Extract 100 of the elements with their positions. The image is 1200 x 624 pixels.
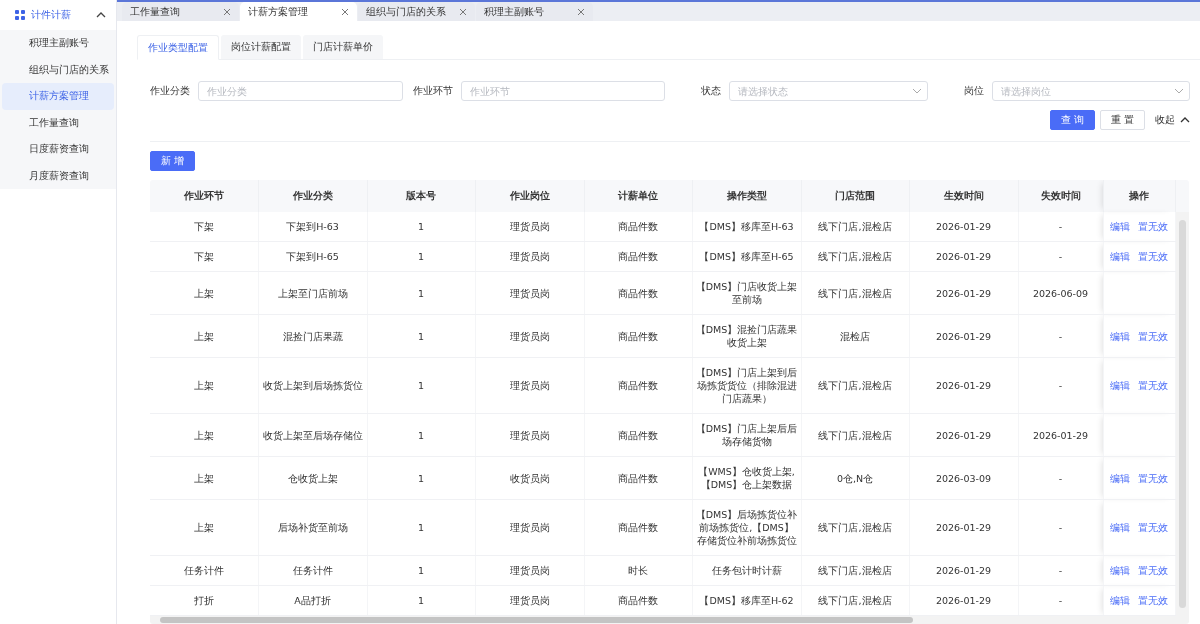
table-cell: 2026-01-29: [909, 585, 1018, 616]
sidebar-item[interactable]: 组织与门店的关系: [2, 56, 114, 83]
table-cell: 理货员岗: [475, 271, 584, 315]
column-header: 操作类型: [692, 180, 801, 212]
table-cell: -: [1018, 585, 1103, 616]
menu-group[interactable]: 计件计薪: [0, 0, 116, 30]
table-cell: 1: [367, 555, 475, 586]
invalidate-link[interactable]: 置无效: [1138, 564, 1168, 577]
table-cell: 商品件数: [584, 314, 692, 358]
table-cell: 1: [367, 241, 475, 272]
table-cell: 理货员岗: [475, 555, 584, 586]
sidebar-item[interactable]: 积理主副账号: [2, 30, 114, 57]
table-cell: 【DMS】后场拣货位补前场拣货位,【DMS】存储货位补前场拣货位: [692, 499, 801, 556]
table-cell: 仓收货上架: [258, 456, 367, 500]
table-cell: 上架: [150, 314, 258, 358]
edit-link[interactable]: 编辑: [1110, 329, 1130, 343]
table-cell: 收货上架至后场存储位: [258, 413, 367, 457]
column-header: 生效时间: [909, 180, 1018, 212]
invalidate-link[interactable]: 置无效: [1138, 250, 1168, 263]
invalidate-link[interactable]: 置无效: [1138, 329, 1168, 343]
table-cell: -: [1018, 314, 1103, 358]
field-label: 状态: [700, 84, 721, 98]
table-cell: 上架: [150, 271, 258, 315]
tab[interactable]: 作业类型配置: [137, 35, 219, 60]
table-cell: 线下门店,混检店: [801, 585, 909, 616]
edit-link[interactable]: 编辑: [1110, 564, 1130, 577]
table-cell: 理货员岗: [475, 585, 584, 616]
add-button[interactable]: 新 增: [150, 151, 196, 171]
invalidate-link[interactable]: 置无效: [1138, 220, 1168, 233]
table-cell: 2026-01-29: [909, 357, 1018, 414]
close-icon: [577, 7, 585, 16]
column-header: 作业分类: [258, 180, 367, 212]
table-cell: 2026-01-29: [909, 212, 1018, 242]
table-cell: 打折: [150, 585, 258, 616]
table-cell: -: [1018, 212, 1103, 242]
edit-link[interactable]: 编辑: [1110, 594, 1130, 607]
column-header: 计薪单位: [584, 180, 692, 212]
chevron-down-icon: [911, 87, 922, 95]
input-field[interactable]: 作业分类: [198, 81, 403, 101]
table-cell: 线下门店,混检店: [801, 357, 909, 414]
page-tab[interactable]: 积理主副账号: [476, 2, 593, 21]
table-cell: 任务计件: [150, 555, 258, 586]
table-cell: -: [1018, 357, 1103, 414]
edit-link[interactable]: 编辑: [1110, 521, 1130, 534]
sidebar-item[interactable]: 月度薪资查询: [2, 162, 114, 189]
sidebar-item[interactable]: 工作量查询: [2, 109, 114, 136]
select-field[interactable]: 请选择状态: [729, 81, 928, 101]
edit-link[interactable]: 编辑: [1110, 250, 1130, 263]
invalidate-link[interactable]: 置无效: [1138, 471, 1168, 485]
table-cell: 线下门店,混检店: [801, 413, 909, 457]
page-tab[interactable]: 组织与门店的关系: [358, 2, 475, 21]
table-cell: 任务包计时计薪: [692, 555, 801, 586]
grid-icon: [15, 10, 25, 20]
page-tab[interactable]: 计薪方案管理: [240, 2, 357, 21]
caret-up-icon: [1180, 116, 1190, 124]
invalidate-link[interactable]: 置无效: [1138, 594, 1168, 607]
edit-link[interactable]: 编辑: [1110, 220, 1130, 233]
table-cell: 下架: [150, 241, 258, 272]
table-cell: 收货员岗: [475, 456, 584, 500]
column-header: 作业环节: [150, 180, 258, 212]
reset-button[interactable]: 重 置: [1099, 110, 1145, 130]
sidebar-item[interactable]: 日度薪资查询: [2, 136, 114, 163]
table-cell: 商品件数: [584, 241, 692, 272]
table-cell: 混捡门店果蔬: [258, 314, 367, 358]
table-cell: 1: [367, 314, 475, 358]
table-cell: 理货员岗: [475, 212, 584, 242]
input-field[interactable]: 作业环节: [460, 81, 665, 101]
table-cell: 商品件数: [584, 357, 692, 414]
chevron-down-icon: [1174, 87, 1184, 95]
table-cell: 2026-01-29: [1018, 413, 1103, 457]
horizontal-scrollbar[interactable]: [150, 616, 1189, 624]
edit-link[interactable]: 编辑: [1110, 471, 1130, 485]
table-cell: 1: [367, 456, 475, 500]
invalidate-link[interactable]: 置无效: [1138, 379, 1168, 392]
table-cell: 理货员岗: [475, 314, 584, 358]
invalidate-link[interactable]: 置无效: [1138, 521, 1168, 534]
table-cell: 2026-06-09: [1018, 271, 1103, 315]
edit-link[interactable]: 编辑: [1110, 379, 1130, 392]
table-cell: -: [1018, 499, 1103, 556]
table-cell: 商品件数: [584, 499, 692, 556]
table-cell: 线下门店,混检店: [801, 212, 909, 242]
column-header: 失效时间: [1018, 180, 1103, 212]
table-cell: 0仓,N仓: [801, 456, 909, 500]
table-cell: -: [1018, 241, 1103, 272]
table-cell: 【DMS】移库至H-62: [692, 585, 801, 616]
tab[interactable]: 岗位计薪配置: [221, 35, 301, 59]
table-cell: 【WMS】仓收货上架,【DMS】仓上架数据: [692, 456, 801, 500]
table-cell: 线下门店,混检店: [801, 499, 909, 556]
table-cell: 上架至门店前场: [258, 271, 367, 315]
table-cell: 1: [367, 271, 475, 315]
select-field[interactable]: 请选择岗位: [991, 81, 1190, 101]
table-cell: 收货上架到后场拣货位: [258, 357, 367, 414]
collapse-link[interactable]: 收起: [1155, 113, 1190, 127]
table-cell: 理货员岗: [475, 413, 584, 457]
table-cell: 下架到H-65: [258, 241, 367, 272]
page-tab[interactable]: 工作量查询: [122, 2, 239, 21]
query-button[interactable]: 查 询: [1049, 110, 1095, 130]
tab[interactable]: 门店计薪单价: [303, 35, 383, 59]
table-cell: 【DMS】门店上架到后场拣货货位（排除混进门店蔬果）: [692, 357, 801, 414]
sidebar-item[interactable]: 计薪方案管理: [2, 83, 114, 110]
